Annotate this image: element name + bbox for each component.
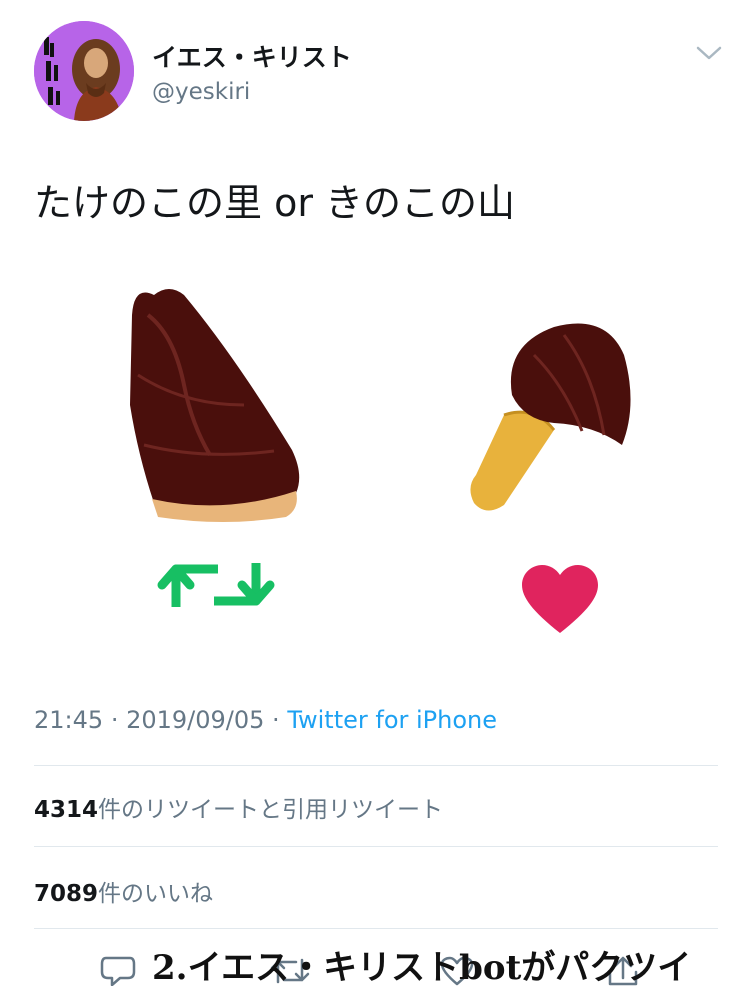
meta-separator: · xyxy=(110,706,127,734)
tweet-source-link[interactable]: Twitter for iPhone xyxy=(287,706,497,734)
tweet-date: 2019/09/05 xyxy=(126,706,265,734)
mushroom-snack-image xyxy=(470,323,631,511)
divider xyxy=(34,846,718,847)
chevron-down-icon[interactable] xyxy=(696,44,722,62)
divider xyxy=(34,928,718,929)
user-handle[interactable]: @yeskiri xyxy=(152,79,250,105)
tweet-time: 21:45 xyxy=(34,706,104,734)
tweet-text: たけのこの里 or きのこの山 xyxy=(34,181,516,225)
likes-stat[interactable]: 7089件のいいね xyxy=(34,874,213,908)
likes-count: 7089 xyxy=(34,881,99,907)
tweet-meta: 21:45 · 2019/09/05 · Twitter for iPhone xyxy=(34,706,497,734)
divider xyxy=(34,765,718,766)
display-name[interactable]: イエス・キリスト xyxy=(152,38,352,74)
tweet-image[interactable] xyxy=(34,255,718,675)
avatar[interactable] xyxy=(34,21,134,121)
retweets-label: 件のリツイートと引用リツイート xyxy=(98,797,444,823)
reply-icon[interactable] xyxy=(100,954,136,987)
retweets-stat[interactable]: 4314件のリツイートと引用リツイート xyxy=(34,790,443,824)
likes-label: 件のいいね xyxy=(98,881,214,907)
overlay-caption: 2.イエス・キリストbotがパクツイ xyxy=(152,948,692,988)
heart-icon xyxy=(522,565,598,633)
meta-separator: · xyxy=(272,706,288,734)
retweets-count: 4314 xyxy=(34,797,99,823)
bamboo-shoot-snack-image xyxy=(130,289,300,522)
retweet-icon xyxy=(157,563,275,607)
